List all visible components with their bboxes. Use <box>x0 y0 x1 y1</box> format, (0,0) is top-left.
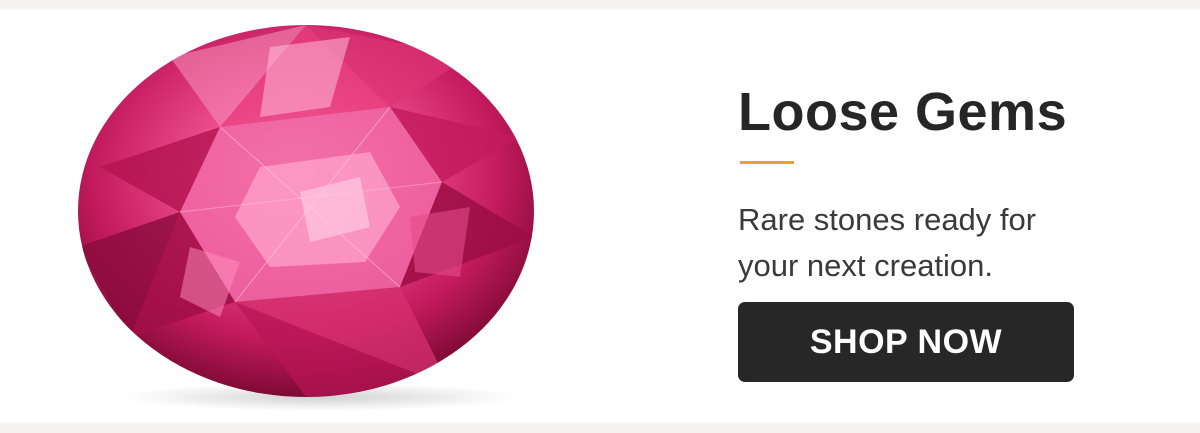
title-accent-divider <box>740 161 794 164</box>
banner-subtitle: Rare stones ready for your next creation… <box>738 197 1118 289</box>
subtitle-line-1: Rare stones ready for <box>738 202 1037 237</box>
banner-copy: Loose Gems Rare stones ready for your ne… <box>738 9 1158 423</box>
shop-now-button[interactable]: SHOP NOW <box>738 302 1074 382</box>
gem-image[interactable] <box>70 17 550 413</box>
subtitle-line-2: your next creation. <box>738 248 994 283</box>
promo-banner: Loose Gems Rare stones ready for your ne… <box>0 9 1200 423</box>
banner-title: Loose Gems <box>738 82 1068 142</box>
